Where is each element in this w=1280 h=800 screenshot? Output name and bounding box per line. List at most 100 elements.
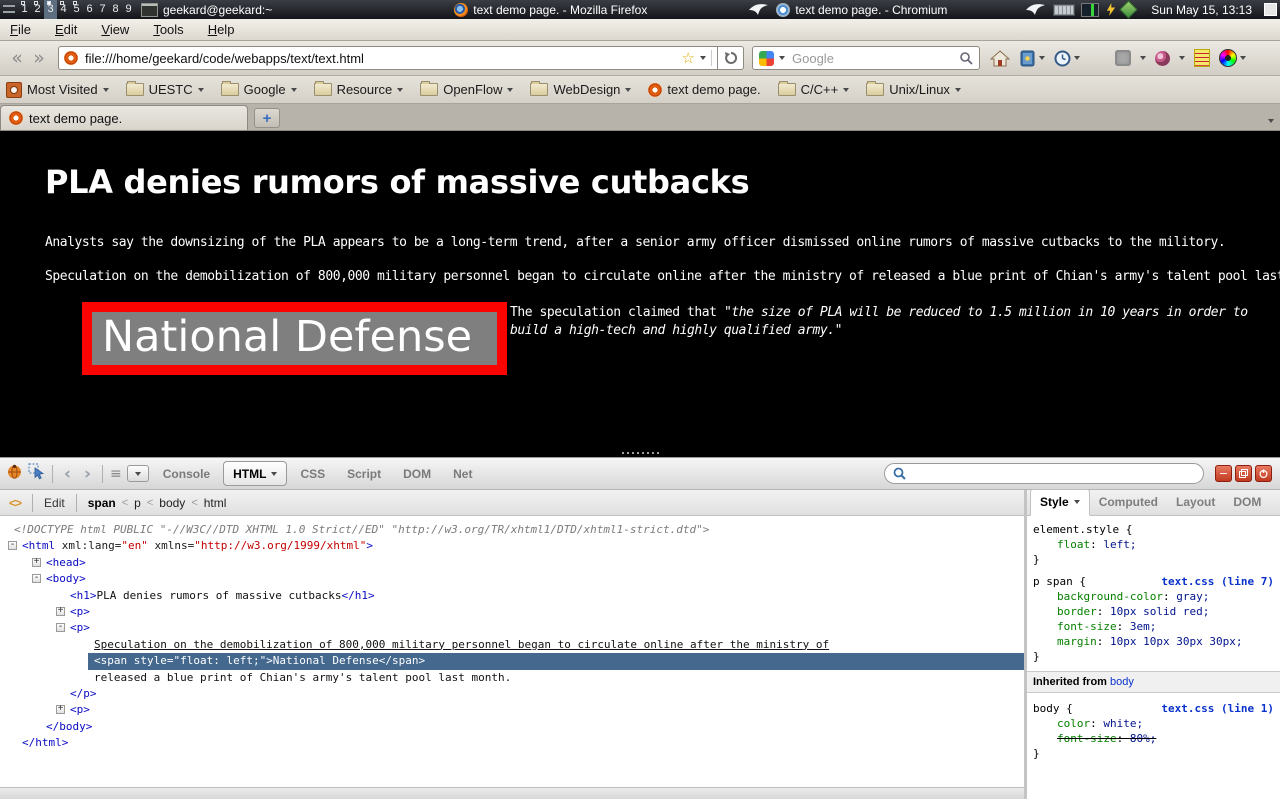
css-property[interactable]: color: white; <box>1033 716 1280 731</box>
breadcrumb-node-span[interactable]: span <box>88 496 116 510</box>
collapse-icon[interactable]: - <box>8 541 17 550</box>
clock[interactable]: Sun May 15, 13:13 <box>1151 3 1252 17</box>
notes-icon[interactable] <box>1194 49 1210 67</box>
style-tab-style[interactable]: Style <box>1030 489 1090 516</box>
bookmarks-menu-button[interactable] <box>1019 50 1045 67</box>
firebug-search-input[interactable] <box>912 466 1195 482</box>
bookmark-item[interactable]: Unix/Linux <box>866 82 961 97</box>
css-property[interactable]: margin: 10px 10px 30px 30px; <box>1033 634 1280 649</box>
menu-file[interactable]: File <box>10 22 31 37</box>
tree-node[interactable]: </body> <box>0 719 1024 735</box>
firebug-forward-icon[interactable]: › <box>80 464 95 484</box>
firebug-menu-icon[interactable]: ≡ <box>110 466 122 482</box>
detach-button[interactable] <box>1235 465 1252 482</box>
firebug-tab-console[interactable]: Console <box>154 467 219 481</box>
menu-tools[interactable]: Tools <box>153 22 183 37</box>
menu-edit[interactable]: Edit <box>55 22 77 37</box>
extension-menu-button[interactable] <box>1115 50 1146 66</box>
taskbar-item-terminal[interactable]: geekard@geekard:~ <box>135 0 278 19</box>
style-tab-layout[interactable]: Layout <box>1167 490 1224 515</box>
search-input[interactable] <box>790 50 954 67</box>
workspace-cell[interactable]: 3 <box>44 0 57 19</box>
style-tab-dom[interactable]: DOM <box>1224 490 1270 515</box>
tree-node[interactable]: -<html xml:lang="en" xmlns="http://w3.or… <box>0 538 1024 554</box>
bookmark-item[interactable]: OpenFlow <box>420 82 513 97</box>
firebug-back-icon[interactable]: ‹ <box>60 464 75 484</box>
breadcrumb-node-html[interactable]: html <box>204 496 227 510</box>
search-icon[interactable] <box>959 51 973 65</box>
expand-icon[interactable]: + <box>56 607 65 616</box>
tree-node[interactable]: +<head> <box>0 555 1024 571</box>
firebug-tab-css[interactable]: CSS <box>291 467 334 481</box>
menu-help[interactable]: Help <box>208 22 235 37</box>
system-monitor-icon[interactable] <box>1081 3 1099 17</box>
tree-node[interactable]: <h1>PLA denies rumors of massive cutback… <box>0 588 1024 604</box>
style-tab-computed[interactable]: Computed <box>1090 490 1167 515</box>
bookmark-star-icon[interactable]: ☆ <box>682 51 695 66</box>
tree-node[interactable]: -<body> <box>0 571 1024 587</box>
workspace-cell[interactable]: 2 <box>31 0 44 19</box>
firebug-tab-dom[interactable]: DOM <box>394 467 440 481</box>
tree-node[interactable]: +<p> <box>0 604 1024 620</box>
workspace-cell[interactable]: 1 <box>18 0 31 19</box>
colorwheel-menu-button[interactable] <box>1219 49 1246 67</box>
tree-node[interactable]: <span style="float: left;">National Defe… <box>88 653 1024 669</box>
home-icon[interactable] <box>990 49 1010 67</box>
css-selector-line[interactable]: p span {text.css (line 7) <box>1033 574 1280 589</box>
taskbar-item-firefox[interactable]: text demo page. - Mozilla Firefox <box>448 0 653 19</box>
tree-node[interactable]: </p> <box>0 686 1024 702</box>
tab-list-caret-icon[interactable] <box>1268 119 1274 123</box>
bookmark-item[interactable]: C/C++ <box>778 82 850 97</box>
inspect-icon[interactable] <box>28 463 45 485</box>
firebug-icon[interactable] <box>6 463 23 485</box>
firebug-dropdown-button[interactable] <box>127 465 149 482</box>
theme-menu-button[interactable] <box>1155 51 1185 66</box>
show-desktop-button[interactable] <box>1264 3 1277 16</box>
firebug-search-box[interactable] <box>884 463 1204 484</box>
bookmark-item[interactable]: Google <box>221 82 297 97</box>
tree-node[interactable]: released a blue print of Chian's army's … <box>0 670 1024 686</box>
reload-button[interactable] <box>718 46 744 70</box>
keyboard-tray-icon[interactable] <box>1053 4 1075 16</box>
inherited-from-link[interactable]: body <box>1110 676 1134 688</box>
collapse-icon[interactable]: - <box>56 623 65 632</box>
bookmark-item[interactable]: Resource <box>314 82 404 97</box>
workspace-cell[interactable]: 6 <box>83 0 96 19</box>
css-selector-line[interactable]: body {text.css (line 1) <box>1033 701 1280 716</box>
firebug-tab-script[interactable]: Script <box>338 467 390 481</box>
workspace-cell[interactable]: 4 <box>57 0 70 19</box>
tree-node[interactable]: <!DOCTYPE html PUBLIC "-//W3C//DTD XHTML… <box>0 522 1024 538</box>
css-property[interactable]: font-size: 80%; <box>1033 731 1280 746</box>
search-engine-caret-icon[interactable] <box>779 56 785 60</box>
url-bar[interactable]: ☆ <box>58 46 718 70</box>
css-property[interactable]: font-size: 3em; <box>1033 619 1280 634</box>
tree-node[interactable]: -<p> <box>0 620 1024 636</box>
history-menu-button[interactable] <box>1054 50 1080 67</box>
search-bar[interactable] <box>752 46 980 70</box>
css-source-link[interactable]: text.css (line 1) <box>1161 701 1274 716</box>
firebug-resize-grip[interactable] <box>0 449 1280 457</box>
css-property[interactable]: float: left; <box>1033 537 1280 552</box>
back-button[interactable]: « <box>6 46 28 70</box>
breadcrumb-node-body[interactable]: body <box>159 496 185 510</box>
power-tray-icon[interactable] <box>1105 3 1116 16</box>
bookmark-item[interactable]: UESTC <box>126 82 204 97</box>
close-button[interactable] <box>1255 465 1272 482</box>
new-tab-button[interactable]: + <box>254 108 280 128</box>
workspace-cell[interactable]: 7 <box>96 0 109 19</box>
workspace-cell[interactable]: 9 <box>122 0 135 19</box>
dictionary-tray-icon[interactable] <box>1120 0 1138 18</box>
bookmark-item[interactable]: Most Visited <box>6 82 109 98</box>
bookmark-item[interactable]: text demo page. <box>648 82 760 97</box>
workspace-cell[interactable]: 5 <box>70 0 83 19</box>
collapse-icon[interactable]: - <box>32 574 41 583</box>
tree-node[interactable]: +<p> <box>0 702 1024 718</box>
firebug-tab-html[interactable]: HTML <box>223 461 287 486</box>
tree-node[interactable]: Speculation on the demobilization of 800… <box>0 637 1024 653</box>
edit-code-icon[interactable]: <> <box>9 496 21 510</box>
bookmark-item[interactable]: WebDesign <box>530 82 631 97</box>
horizontal-scrollbar[interactable] <box>0 787 1024 799</box>
css-selector-line[interactable]: element.style { <box>1033 522 1280 537</box>
edit-button[interactable]: Edit <box>44 496 65 510</box>
tree-node[interactable]: </html> <box>0 735 1024 751</box>
